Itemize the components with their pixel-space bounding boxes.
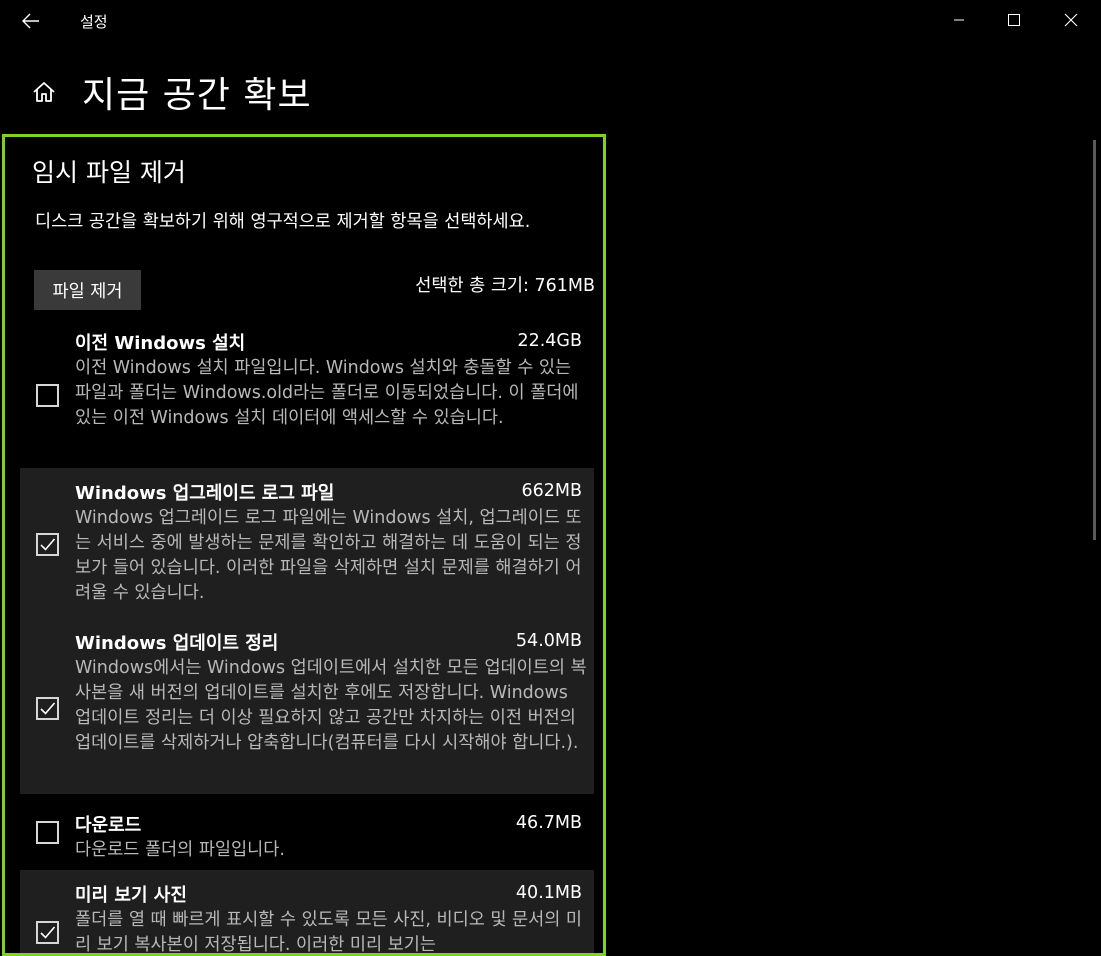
item-description: 다운로드 폴더의 파일입니다.: [75, 840, 285, 860]
back-arrow-icon: [22, 13, 39, 29]
remove-files-button[interactable]: 파일 제거: [34, 270, 141, 310]
maximize-button[interactable]: [986, 0, 1042, 40]
item-size: 40.1MB: [515, 883, 582, 903]
title-bar: 설정: [0, 0, 1101, 42]
checkmark-icon: [40, 702, 56, 715]
item-description: 폴더를 열 때 빠르게 표시할 수 있도록 모든 사진, 비디오 및 문서의 미…: [75, 910, 583, 955]
checkbox[interactable]: [36, 533, 59, 556]
list-item-downloads[interactable]: 다운로드 46.7MB 다운로드 폴더의 파일입니다.: [20, 800, 594, 870]
item-description: 이전 Windows 설치 파일입니다. Windows 설치와 충돌할 수 있…: [75, 358, 579, 428]
vertical-scrollbar[interactable]: [1093, 140, 1096, 540]
item-name: 다운로드: [75, 815, 142, 836]
minimize-button[interactable]: [931, 0, 987, 40]
maximize-icon: [1008, 14, 1020, 26]
home-button[interactable]: [30, 78, 58, 106]
item-name: 이전 Windows 설치: [75, 333, 246, 354]
back-button[interactable]: [14, 5, 48, 37]
item-size: 22.4GB: [517, 331, 582, 351]
item-name: Windows 업데이트 정리: [75, 633, 279, 654]
section-description: 디스크 공간을 확보하기 위해 영구적으로 제거할 항목을 선택하세요.: [35, 212, 531, 232]
minimize-icon: [954, 19, 964, 21]
item-description: Windows 업그레이드 로그 파일에는 Windows 설치, 업그레이드 …: [75, 508, 582, 603]
page-header: 지금 공간 확보: [0, 60, 700, 120]
close-button[interactable]: [1043, 0, 1099, 40]
home-icon: [33, 82, 55, 102]
item-name: 미리 보기 사진: [75, 885, 187, 906]
section-title: 임시 파일 제거: [32, 158, 186, 187]
temp-files-panel: 임시 파일 제거 디스크 공간을 확보하기 위해 영구적으로 제거할 항목을 선…: [2, 134, 606, 956]
item-name: Windows 업그레이드 로그 파일: [75, 483, 335, 504]
item-size: 662MB: [521, 481, 582, 501]
checkbox[interactable]: [36, 384, 59, 407]
close-icon: [1064, 13, 1078, 27]
list-item-thumbnails[interactable]: 미리 보기 사진 40.1MB 폴더를 열 때 빠르게 표시할 수 있도록 모든…: [20, 870, 594, 955]
app-title: 설정: [80, 13, 108, 31]
checkbox[interactable]: [36, 921, 59, 944]
checkmark-icon: [40, 538, 56, 551]
checkmark-icon: [40, 926, 56, 939]
list-item-upgrade-logs[interactable]: Windows 업그레이드 로그 파일 662MB Windows 업그레이드 …: [20, 468, 594, 618]
total-selected-size: 선택한 총 크기: 761MB: [415, 276, 595, 296]
checkbox[interactable]: [36, 697, 59, 720]
checkbox[interactable]: [36, 821, 59, 844]
item-size: 54.0MB: [515, 631, 582, 651]
page-title: 지금 공간 확보: [82, 75, 312, 116]
list-item-update-cleanup[interactable]: Windows 업데이트 정리 54.0MB Windows에서는 Window…: [20, 618, 594, 794]
item-description: Windows에서는 Windows 업데이트에서 설치한 모든 업데이트의 복…: [75, 658, 587, 753]
item-size: 46.7MB: [515, 813, 582, 833]
list-item-previous-windows[interactable]: 이전 Windows 설치 22.4GB 이전 Windows 설치 파일입니다…: [20, 318, 594, 468]
